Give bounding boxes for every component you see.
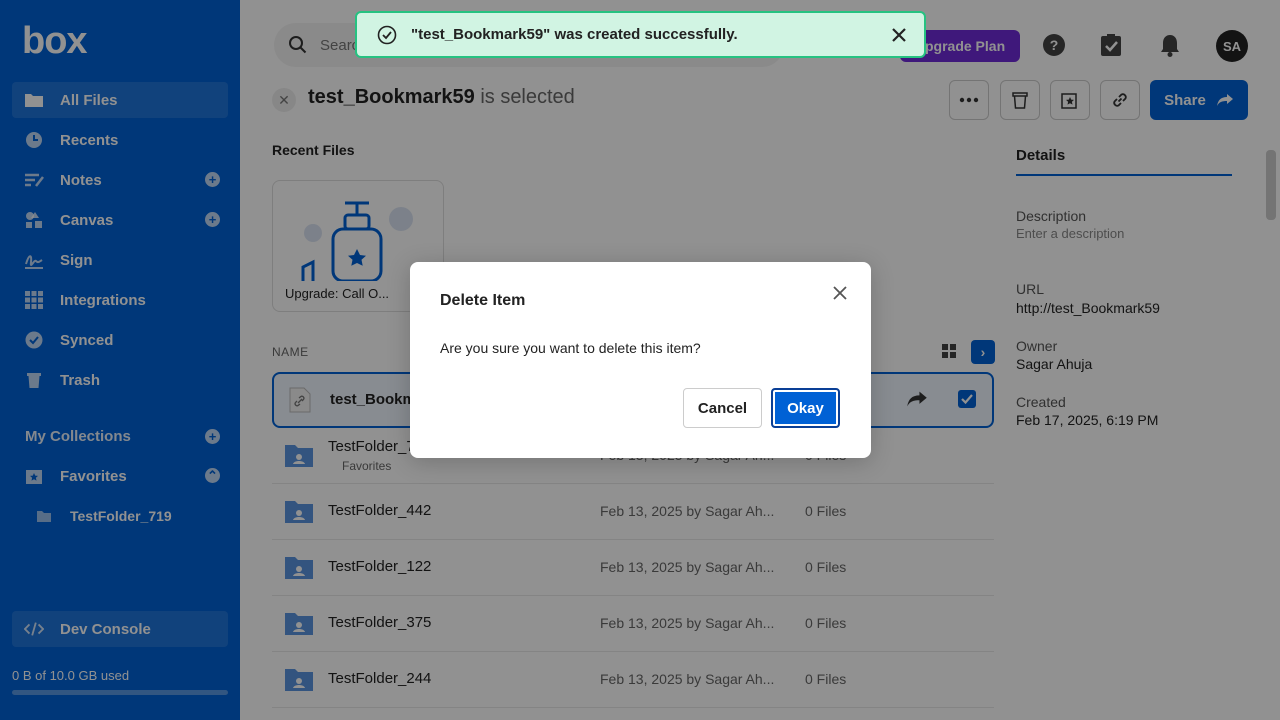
- okay-button[interactable]: Okay: [771, 388, 840, 428]
- dialog-title: Delete Item: [440, 292, 526, 309]
- dialog-message: Are you sure you want to delete this ite…: [440, 340, 701, 356]
- cancel-button[interactable]: Cancel: [683, 388, 762, 428]
- close-icon[interactable]: [831, 284, 849, 302]
- close-icon[interactable]: [890, 26, 908, 44]
- toast-message: "test_Bookmark59" was created successful…: [411, 26, 738, 43]
- success-toast: "test_Bookmark59" was created successful…: [355, 11, 926, 58]
- delete-item-dialog: Delete Item Are you sure you want to del…: [410, 262, 871, 458]
- check-circle-icon: [377, 25, 397, 44]
